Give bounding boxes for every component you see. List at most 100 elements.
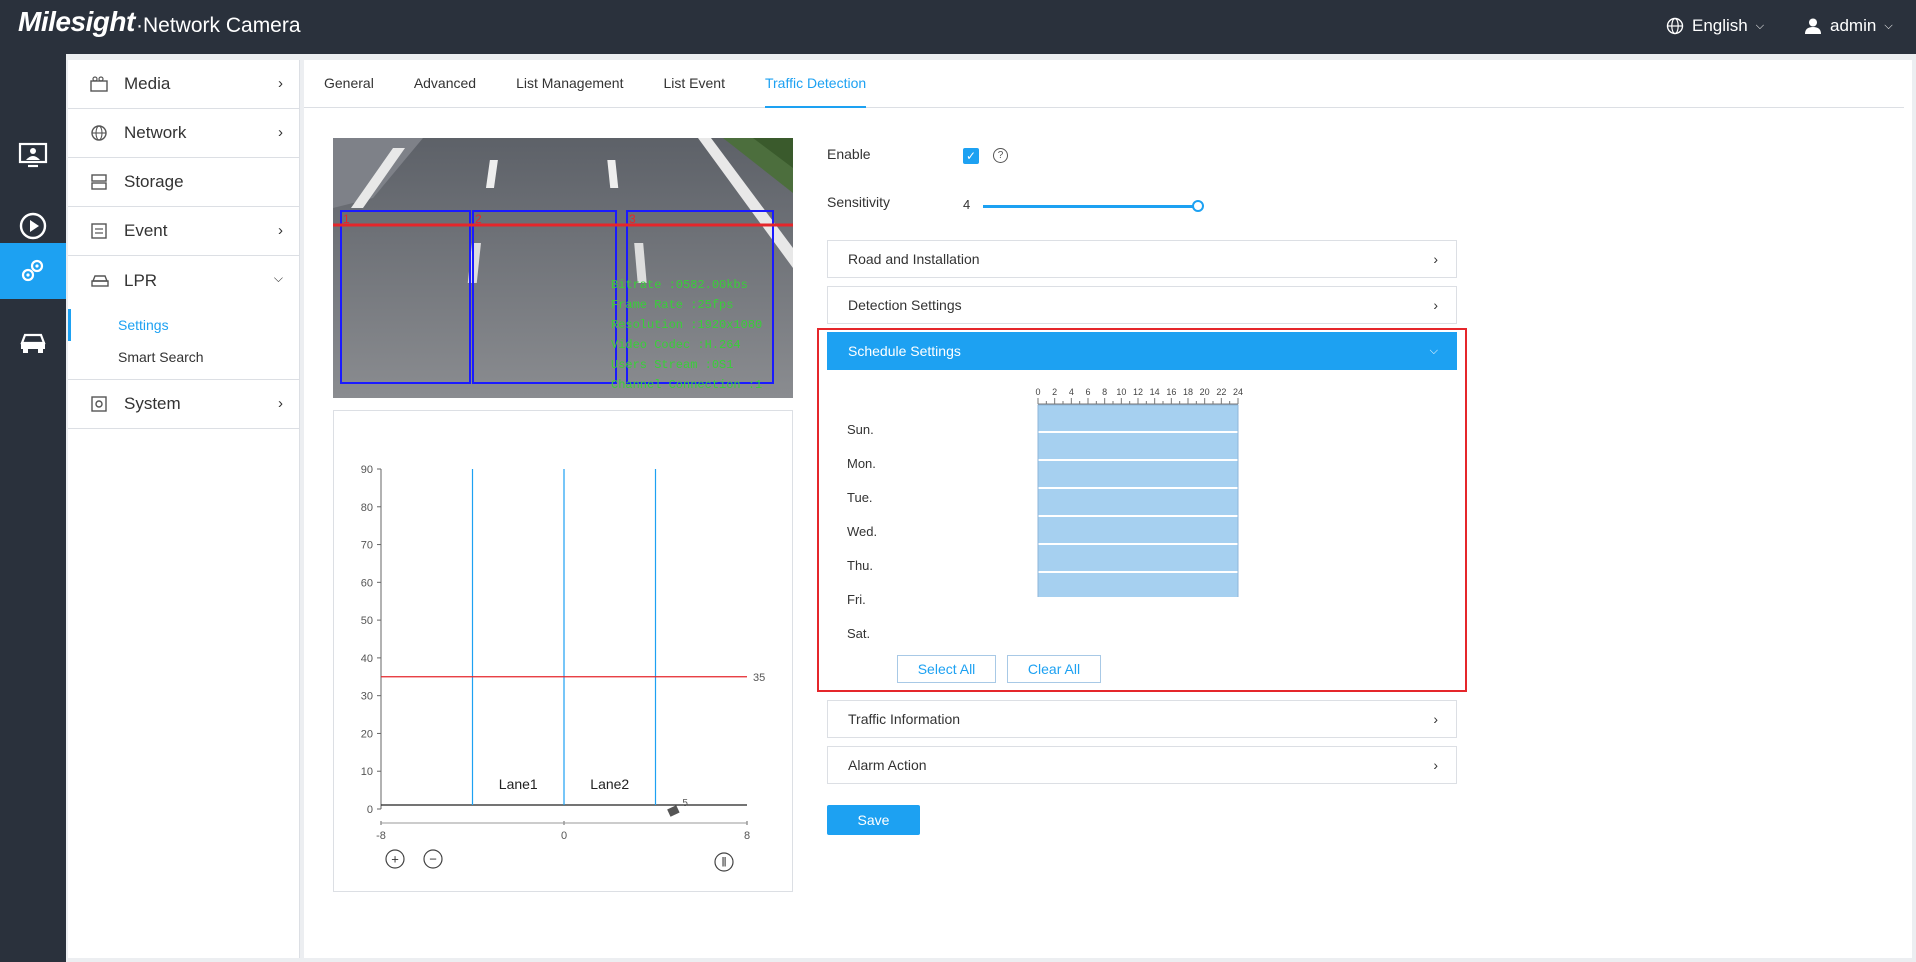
hour-label: 16 xyxy=(1166,387,1176,397)
panel-title: Alarm Action xyxy=(848,757,927,773)
user-label: admin xyxy=(1830,16,1877,35)
globe-icon xyxy=(1666,17,1684,35)
radar-chart: 0 10 20 30 40 50 60 70 80 90 -8 0 8 35 Lane1 Lane2 5 + − ‖ xyxy=(361,464,765,872)
panel-detection-settings[interactable]: Detection Settings › xyxy=(827,286,1457,324)
sidebar-item-label: Media xyxy=(124,74,171,93)
hour-label: 8 xyxy=(1102,387,1107,397)
sidebar-item-network[interactable]: Network › xyxy=(68,109,299,158)
y-tick-label: 50 xyxy=(361,615,373,627)
hour-label: 4 xyxy=(1069,387,1074,397)
hour-label: 20 xyxy=(1200,387,1210,397)
user-menu[interactable]: admin ⌵ xyxy=(1804,16,1893,36)
day-label: Thu. xyxy=(847,558,874,573)
save-button[interactable]: Save xyxy=(827,805,920,835)
settings-icon[interactable] xyxy=(0,243,66,299)
help-icon[interactable]: ? xyxy=(993,148,1008,163)
enable-label: Enable xyxy=(827,146,871,162)
sidebar-subitem-smart-search[interactable]: Smart Search xyxy=(68,341,299,373)
lane-number: 3 xyxy=(629,212,636,226)
clear-all-button[interactable]: Clear All xyxy=(1007,655,1101,683)
day-label: Sun. xyxy=(847,422,874,437)
sidebar-item-event[interactable]: Event › xyxy=(68,207,299,256)
day-label: Fri. xyxy=(847,592,866,607)
y-tick-label: 90 xyxy=(361,464,373,476)
pause-icon-glyph: ‖ xyxy=(721,855,726,870)
panel-title: Schedule Settings xyxy=(848,343,961,359)
chevron-down-icon: ⌵ xyxy=(1755,19,1765,32)
x-tick-label: -8 xyxy=(376,830,386,842)
sidebar-item-lpr[interactable]: LPR ⌵ xyxy=(68,256,299,305)
y-tick-label: 80 xyxy=(361,502,373,514)
day-label: Sat. xyxy=(847,626,871,641)
y-tick-label: 60 xyxy=(361,577,373,589)
video-preview[interactable]: 1 2 3 Bitrate :0582.00kbs Frame Rate :25… xyxy=(333,138,793,398)
hour-label: 14 xyxy=(1150,387,1160,397)
globe-icon xyxy=(90,124,110,142)
zoom-out-icon-glyph: − xyxy=(429,852,437,867)
language-label: English xyxy=(1692,16,1748,35)
car-icon xyxy=(90,273,110,289)
schedule-row-fill xyxy=(1038,573,1238,597)
tab-list-management[interactable]: List Management xyxy=(516,60,623,108)
enable-checkbox[interactable]: ✓ xyxy=(963,148,979,164)
sidebar: Media › Network › Storage Event › LPR ⌵ … xyxy=(68,60,300,958)
chevron-right-icon: › xyxy=(1433,711,1438,727)
overlay-text: Frame Rate :25fps xyxy=(611,298,733,312)
threshold-label: 35 xyxy=(753,672,765,684)
y-tick-label: 0 xyxy=(367,804,373,816)
media-icon xyxy=(90,76,110,92)
language-selector[interactable]: English ⌵ xyxy=(1666,16,1764,36)
select-all-button[interactable]: Select All xyxy=(897,655,996,683)
tab-general[interactable]: General xyxy=(324,60,374,108)
overlay-text: Video Codec :H.264 xyxy=(611,338,741,352)
hour-label: 18 xyxy=(1183,387,1193,397)
sidebar-item-storage[interactable]: Storage xyxy=(68,158,299,207)
overlay-text: Channel Connection :1 xyxy=(611,378,762,392)
product-name: ·Network Camera xyxy=(136,14,301,37)
sidebar-item-label: Storage xyxy=(124,172,184,191)
sidebar-item-label: LPR xyxy=(124,270,158,290)
schedule-grid[interactable]: 0 2 4 6 8 10 12 14 16 18 20 22 24 xyxy=(896,385,1426,597)
panel-road-installation[interactable]: Road and Installation › xyxy=(827,240,1457,278)
road-scene: 1 2 3 Bitrate :0582.00kbs Frame Rate :25… xyxy=(333,138,793,398)
lane-number: 1 xyxy=(343,212,350,226)
day-label: Wed. xyxy=(847,524,878,539)
sidebar-item-label: Event xyxy=(124,221,168,240)
y-tick-label: 10 xyxy=(361,766,373,778)
lane-label: Lane1 xyxy=(499,776,538,792)
left-rail xyxy=(0,54,66,962)
chevron-down-icon: ⌵ xyxy=(1884,19,1893,32)
y-tick-label: 70 xyxy=(361,540,373,552)
schedule-row-fill xyxy=(1038,433,1238,459)
sensitivity-slider-track[interactable] xyxy=(983,205,1198,208)
panel-alarm-action[interactable]: Alarm Action › xyxy=(827,746,1457,784)
sidebar-item-media[interactable]: Media › xyxy=(68,60,299,109)
panel-schedule-settings[interactable]: Schedule Settings ⌵ xyxy=(827,332,1457,370)
panel-title: Road and Installation xyxy=(848,251,980,267)
chevron-down-icon: ⌵ xyxy=(1429,345,1438,357)
system-icon xyxy=(90,395,110,413)
panel-traffic-information[interactable]: Traffic Information › xyxy=(827,700,1457,738)
vehicle-icon[interactable] xyxy=(0,314,66,370)
schedule-row-fill xyxy=(1038,517,1238,543)
sidebar-subitem-settings[interactable]: Settings xyxy=(68,309,299,341)
schedule-row-fill xyxy=(1038,545,1238,571)
y-tick-label: 40 xyxy=(361,653,373,665)
sidebar-item-label: Network xyxy=(124,123,187,142)
tab-advanced[interactable]: Advanced xyxy=(414,60,476,108)
sensitivity-slider-handle[interactable] xyxy=(1192,200,1204,212)
schedule-row-fill xyxy=(1038,461,1238,487)
hour-label: 24 xyxy=(1233,387,1243,397)
chevron-right-icon: › xyxy=(278,222,283,239)
day-label: Mon. xyxy=(847,456,876,471)
tab-traffic-detection[interactable]: Traffic Detection xyxy=(764,60,867,108)
zoom-in-icon-glyph: + xyxy=(391,852,399,867)
x-tick-label: 0 xyxy=(561,830,567,842)
tab-list-event[interactable]: List Event xyxy=(664,60,725,108)
event-icon xyxy=(90,222,110,240)
top-bar: Milesight ·Network Camera English ⌵ admi… xyxy=(0,0,1916,54)
brand-logo: Milesight xyxy=(18,6,135,37)
live-view-icon[interactable] xyxy=(0,127,66,183)
sidebar-item-system[interactable]: System › xyxy=(68,380,299,429)
lpr-submenu: Settings Smart Search xyxy=(68,305,299,380)
